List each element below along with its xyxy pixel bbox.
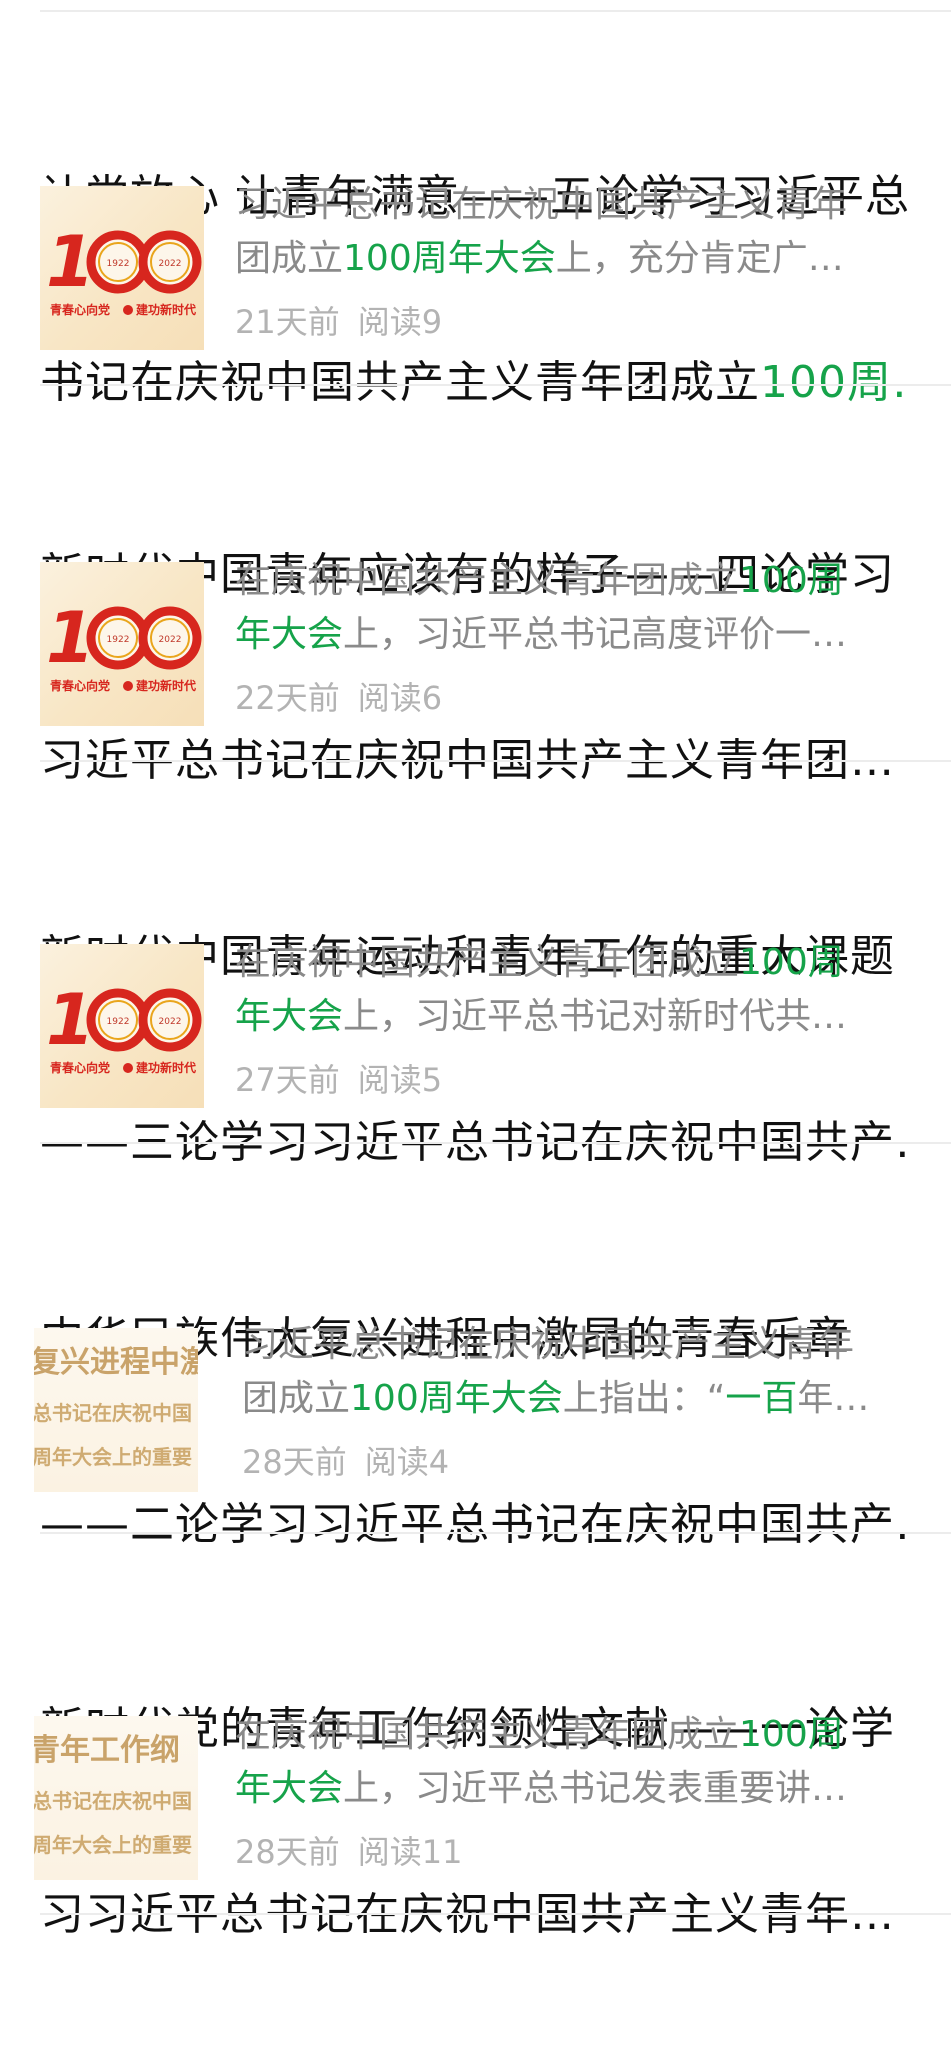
anniversary-100-logo-icon: 1 1922 2022 青春心向党 建功新时代 (46, 979, 202, 1075)
summary-line: 年大会上，习近平总书记高度评价一… (235, 614, 848, 655)
article-summary: 在庆祝中国共产主义青年团成立100周 年大会上，习近平总书记发表重要讲… (235, 1708, 925, 1816)
summary-line: 习近平总书记在庆祝中国共产主义青年 (235, 184, 848, 225)
svg-text:青春心向党: 青春心向党 (50, 302, 110, 317)
highlight-text: 100周 (739, 1714, 844, 1755)
summary-line: 在庆祝中国共产主义青年团成立100周 (235, 1714, 844, 1755)
article-thumbnail[interactable]: 1 1922 2022 青春心向党 建功新时代 (40, 562, 204, 726)
svg-text:复兴进程中激: 复兴进程中激 (34, 1345, 198, 1380)
svg-text:2022: 2022 (159, 635, 182, 645)
divider (40, 1913, 951, 1915)
svg-text:2022: 2022 (159, 259, 182, 269)
article-list: 让党放心 让青年满意——五论学习习近平总 书记在庆祝中国共产主义青年团成立100… (0, 0, 951, 1940)
article-meta: 28天前 阅读11 (235, 1832, 462, 1872)
anniversary-100-logo-icon: 1 1922 2022 青春心向党 建功新时代 (46, 221, 202, 317)
summary-line: 年大会上，习近平总书记发表重要讲… (235, 1768, 848, 1809)
article-meta: 21天前 阅读9 (235, 302, 442, 342)
summary-line: 在庆祝中国共产主义青年团成立100周 (235, 560, 844, 601)
svg-text:周年大会上的重要: 周年大会上的重要 (34, 1833, 192, 1857)
highlight-text: 年大会 (235, 614, 344, 655)
svg-text:建功新时代: 建功新时代 (135, 1060, 196, 1075)
article-meta: 28天前 阅读4 (242, 1442, 449, 1482)
highlight-text: 100周 (739, 942, 844, 983)
svg-text:总书记在庆祝中国: 总书记在庆祝中国 (34, 1789, 192, 1813)
article-thumbnail[interactable]: 复兴进程中激 总书记在庆祝中国 周年大会上的重要 (34, 1328, 198, 1492)
summary-line: 习近平总书记在庆祝中国共产主义青年 (242, 1324, 855, 1365)
read-count: 阅读9 (357, 303, 443, 341)
article-item[interactable]: 新时代中国青年运动和青年工作的重大课题 ——三论学习习近平总书记在庆祝中国共产…… (0, 760, 951, 1168)
highlight-text: 100周 (739, 560, 844, 601)
article-meta: 27天前 阅读5 (235, 1060, 442, 1100)
highlight-text: 年大会 (235, 1768, 344, 1809)
svg-text:1922: 1922 (107, 635, 130, 645)
article-summary: 习近平总书记在庆祝中国共产主义青年 团成立100周年大会上，充分肯定广… (235, 178, 925, 286)
article-item[interactable]: 新时代党的青年工作纲领性文献——一论学 习习近平总书记在庆祝中国共产主义青年… … (0, 1532, 951, 1940)
headline-crop-image: 青年工作纲 总书记在庆祝中国 周年大会上的重要 (34, 1733, 192, 1857)
article-thumbnail[interactable]: 1 1922 2022 青春心向党 建功新时代 (40, 186, 204, 350)
article-item[interactable]: 新时代中国青年应该有的样子——四论学习 习近平总书记在庆祝中国共产主义青年团… … (0, 384, 951, 786)
article-thumbnail[interactable]: 青年工作纲 总书记在庆祝中国 周年大会上的重要 (34, 1716, 198, 1880)
summary-line: 团成立100周年大会上指出：“一百年… (242, 1378, 870, 1419)
svg-text:青年工作纲: 青年工作纲 (34, 1733, 180, 1768)
svg-text:周年大会上的重要: 周年大会上的重要 (34, 1445, 192, 1469)
publish-time: 21天前 (235, 303, 340, 341)
svg-text:1922: 1922 (107, 1017, 130, 1027)
highlight-text: 100周年大会 (350, 1378, 563, 1419)
article-summary: 在庆祝中国共产主义青年团成立100周 年大会上，习近平总书记对新时代共… (235, 936, 925, 1044)
article-summary: 在庆祝中国共产主义青年团成立100周 年大会上，习近平总书记高度评价一… (235, 554, 925, 662)
highlight-text: 年大会 (235, 996, 344, 1037)
summary-line: 团成立100周年大会上，充分肯定广… (235, 238, 844, 279)
svg-text:2022: 2022 (159, 1017, 182, 1027)
headline-crop-image: 复兴进程中激 总书记在庆祝中国 周年大会上的重要 (34, 1345, 198, 1469)
read-count: 阅读6 (357, 679, 443, 717)
article-meta: 22天前 阅读6 (235, 678, 442, 718)
svg-text:总书记在庆祝中国: 总书记在庆祝中国 (34, 1401, 192, 1425)
publish-time: 22天前 (235, 679, 340, 717)
read-count: 阅读5 (357, 1061, 443, 1099)
highlight-text: 100周年大会 (343, 238, 556, 279)
svg-text:1922: 1922 (107, 259, 130, 269)
article-item[interactable]: 中华民族伟大复兴进程中激昂的青春乐章 ——二论学习习近平总书记在庆祝中国共产… … (0, 1142, 951, 1550)
svg-text:建功新时代: 建功新时代 (135, 302, 196, 317)
svg-text:青春心向党: 青春心向党 (50, 1060, 110, 1075)
article-summary: 习近平总书记在庆祝中国共产主义青年 团成立100周年大会上指出：“一百年… (242, 1318, 932, 1426)
publish-time: 27天前 (235, 1061, 340, 1099)
summary-line: 年大会上，习近平总书记对新时代共… (235, 996, 848, 1037)
publish-time: 28天前 (235, 1833, 340, 1871)
svg-text:青春心向党: 青春心向党 (50, 678, 110, 693)
article-title-line: 习习近平总书记在庆祝中国共产主义青年… (40, 1889, 895, 1940)
read-count: 阅读4 (364, 1443, 450, 1481)
article-thumbnail[interactable]: 1 1922 2022 青春心向党 建功新时代 (40, 944, 204, 1108)
publish-time: 28天前 (242, 1443, 347, 1481)
svg-text:建功新时代: 建功新时代 (135, 678, 196, 693)
article-item[interactable]: 让党放心 让青年满意——五论学习习近平总 书记在庆祝中国共产主义青年团成立100… (0, 0, 951, 408)
summary-line: 在庆祝中国共产主义青年团成立100周 (235, 942, 844, 983)
highlight-text: 一百 (725, 1378, 798, 1419)
read-count: 阅读11 (357, 1833, 463, 1871)
anniversary-100-logo-icon: 1 1922 2022 青春心向党 建功新时代 (46, 597, 202, 693)
